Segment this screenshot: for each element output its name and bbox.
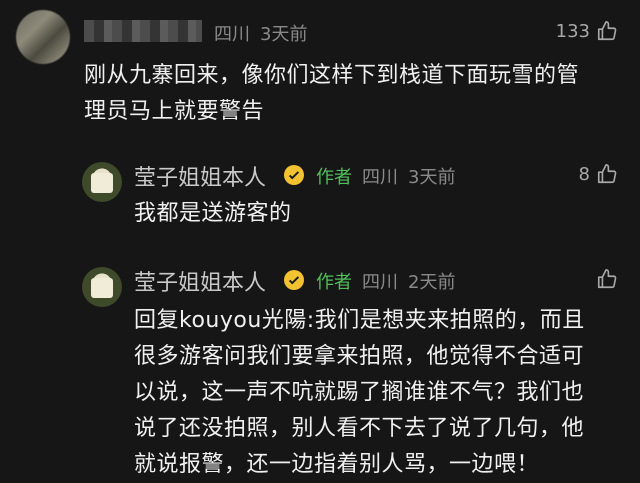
author-avatar[interactable]: [82, 267, 122, 307]
reply-item: 莹子姐姐本人 作者 四川 2天前 回复kouyou光陽:我们是想夹来拍照的，而且…: [0, 253, 640, 477]
reply-text-line: 回复kouyou光陽:我们是想夹来拍照的，而且: [134, 308, 585, 333]
author-tag: 作者: [316, 272, 352, 293]
author-tag: 作者: [316, 167, 352, 188]
verified-badge-icon: [284, 270, 304, 290]
comment-text: 刚从九寨回来，像你们这样下到栈道下面玩雪的管 理员马上就要警告: [84, 58, 579, 130]
reply-text-line: 很多游客问我们要拿来拍照，他觉得不合适可: [134, 344, 585, 369]
thumbs-up-icon: [597, 21, 617, 41]
reply-location: 四川: [362, 167, 398, 188]
comment-item: 四川 3天前 133 刚从九寨回来，像你们这样下到栈道下面玩雪的管 理员马上就要…: [0, 0, 640, 150]
thumbs-up-icon: [597, 269, 617, 289]
reply-text-line: 就说报警，还一边指着别人骂，一边喂！: [134, 452, 540, 477]
reply-text-line: 以说，这一声不吭就踢了搁谁谁不气？我们也: [134, 380, 585, 405]
reply-item: 莹子姐姐本人 作者 四川 3天前 8 我都是送游客的: [0, 150, 640, 250]
commenter-avatar[interactable]: [16, 10, 70, 64]
reply-time: 3天前: [408, 167, 456, 188]
reply-text: 回复kouyou光陽:我们是想夹来拍照的，而且 很多游客问我们要拿来拍照，他觉得…: [134, 303, 585, 483]
reply-like-button[interactable]: [590, 268, 618, 290]
commenter-name-blurred[interactable]: [84, 20, 202, 42]
reply-like-button[interactable]: 8: [579, 163, 618, 185]
reply-location: 四川: [362, 272, 398, 293]
reply-text: 我都是送游客的: [134, 196, 292, 232]
thumbs-up-icon: [597, 164, 617, 184]
author-avatar[interactable]: [82, 162, 122, 202]
comment-like-count: 133: [555, 20, 590, 42]
reply-text-line: 说了还没拍照，别人看不下去了说了几句，他: [134, 416, 585, 441]
reply-like-count: 8: [578, 163, 590, 185]
comment-like-button[interactable]: 133: [556, 20, 618, 42]
reply-author-name[interactable]: 莹子姐姐本人: [134, 160, 266, 192]
reply-time: 2天前: [408, 272, 456, 293]
comment-text-line: 理员马上就要警告: [84, 99, 265, 124]
reply-author-name[interactable]: 莹子姐姐本人: [134, 265, 266, 297]
reply-text-line: 我都是送游客的: [134, 201, 292, 226]
verified-badge-icon: [284, 165, 304, 185]
comment-location: 四川: [214, 24, 250, 45]
comment-text-line: 刚从九寨回来，像你们这样下到栈道下面玩雪的管: [84, 63, 580, 88]
comment-time: 3天前: [260, 24, 308, 45]
